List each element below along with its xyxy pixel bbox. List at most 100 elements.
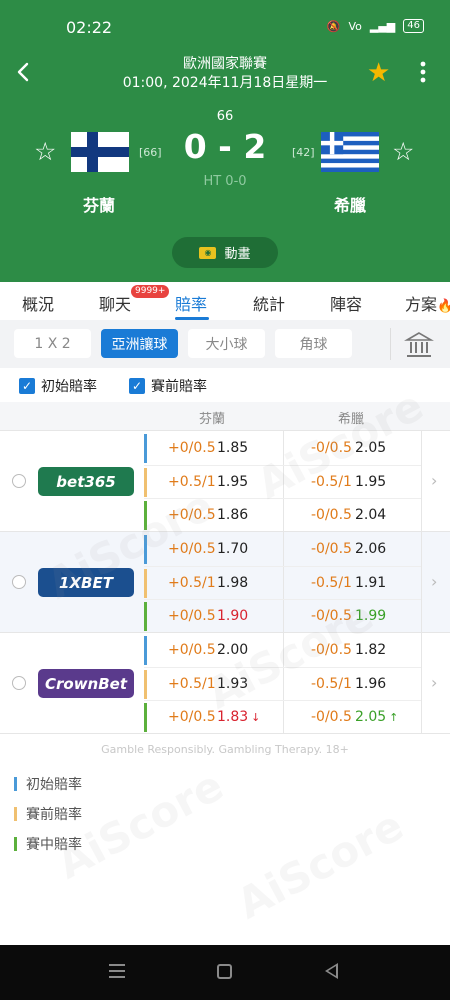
select-radio[interactable] bbox=[12, 676, 26, 690]
odds-line-live: +0/0.5 1.90 -0/0.5 1.99 bbox=[144, 599, 421, 632]
home-odds-cell: 1.70 bbox=[217, 541, 248, 557]
bookmaker-row[interactable]: CrownBet +0/0.5 2.00 -0/0.5 1.82 +0.5/1 1.93 -0… bbox=[0, 633, 450, 734]
away-odds-cell: 2.05 bbox=[355, 440, 386, 456]
legend-opening: 初始賠率 bbox=[14, 774, 82, 794]
odds-type-bar bbox=[144, 468, 147, 497]
home-icon[interactable] bbox=[217, 964, 232, 979]
check-icon: ✓ bbox=[129, 378, 145, 394]
bookmaker-logo: bet365 bbox=[38, 467, 134, 496]
odds-tab-1x2[interactable]: 1 X 2 bbox=[14, 329, 91, 358]
away-follow-star-icon[interactable]: ☆ bbox=[392, 139, 414, 164]
battery-icon: 46 bbox=[403, 19, 424, 33]
away-handicap-cell: -0/0.5 bbox=[311, 709, 352, 725]
away-odds-cell: 2.04 bbox=[355, 507, 386, 523]
match-minute: 66 bbox=[216, 109, 234, 124]
away-odds: 2.04 bbox=[355, 507, 387, 523]
opening-odds-checkbox[interactable]: ✓ 初始賠率 bbox=[19, 376, 97, 396]
favorite-star-icon[interactable]: ★ bbox=[367, 60, 390, 86]
bank-icon[interactable] bbox=[404, 330, 434, 360]
select-radio[interactable] bbox=[12, 474, 26, 488]
home-odds: 1.85 bbox=[217, 440, 249, 456]
more-menu-icon[interactable] bbox=[413, 58, 433, 86]
home-handicap-cell: +0/0.5 bbox=[168, 541, 216, 557]
away-handicap: -0/0.5 bbox=[311, 608, 352, 624]
tab-lineup[interactable]: 陣容 bbox=[330, 291, 362, 315]
arrow-up-icon: ↑ bbox=[389, 711, 399, 724]
legend-label: 賽中賠率 bbox=[26, 837, 82, 853]
odds-line-opening: +0/0.5 1.70 -0/0.5 2.06 bbox=[144, 533, 421, 566]
home-odds-cell: 1.95 bbox=[217, 474, 248, 490]
legend-color-bar bbox=[14, 777, 17, 791]
odds-tab-corners[interactable]: 角球 bbox=[275, 329, 352, 358]
recent-apps-icon[interactable] bbox=[109, 964, 125, 978]
away-handicap-cell: -0/0.5 bbox=[311, 642, 352, 658]
away-handicap-cell: -0.5/1 bbox=[311, 575, 352, 591]
odds-tab-asian-handicap[interactable]: 亞洲讓球 bbox=[101, 329, 178, 358]
away-odds: 2.05 bbox=[355, 709, 387, 725]
home-odds: 1.93 bbox=[217, 676, 249, 692]
legend-color-bar bbox=[14, 837, 17, 851]
home-odds-cell: 1.85 bbox=[217, 440, 248, 456]
away-odds: 1.91 bbox=[355, 575, 387, 591]
match-score: 0 - 2 bbox=[183, 127, 267, 166]
odds-line-prematch: +0.5/1 1.98 -0.5/1 1.91 bbox=[144, 566, 421, 599]
home-column-header: 芬蘭 bbox=[199, 412, 226, 427]
home-handicap-cell: +0.5/1 bbox=[168, 575, 216, 591]
odds-tab-over-under[interactable]: 大小球 bbox=[188, 329, 265, 358]
prematch-odds-checkbox[interactable]: ✓ 賽前賠率 bbox=[129, 376, 207, 396]
chevron-right-icon[interactable]: › bbox=[431, 673, 437, 692]
chat-count-badge: 9999+ bbox=[131, 285, 170, 298]
home-handicap: +0/0.5 bbox=[168, 541, 216, 557]
odds-type-bar bbox=[144, 569, 147, 598]
odds-line-opening: +0/0.5 2.00 -0/0.5 1.82 bbox=[144, 634, 421, 667]
home-odds-cell: 1.83 ↓ bbox=[217, 709, 260, 725]
match-tabs: 概況 聊天 賠率 統計 陣容 方案🔥 bbox=[0, 282, 450, 320]
home-handicap-cell: +0/0.5 bbox=[168, 440, 216, 456]
status-time: 02:22 bbox=[66, 18, 113, 37]
home-handicap: +0/0.5 bbox=[168, 642, 216, 658]
away-odds-cell: 2.05 ↑ bbox=[355, 709, 398, 725]
back-triangle-icon[interactable] bbox=[325, 963, 338, 979]
bookmaker-logo: 1XBET bbox=[38, 568, 134, 597]
home-odds: 1.90 bbox=[217, 608, 249, 624]
away-odds-cell: 1.82 bbox=[355, 642, 386, 658]
animation-button[interactable]: ◉ 動畫 bbox=[172, 237, 278, 268]
home-odds-cell: 2.00 bbox=[217, 642, 248, 658]
away-team-name[interactable]: 希臘 bbox=[300, 192, 400, 216]
home-odds: 1.95 bbox=[217, 474, 249, 490]
halftime-score: HT 0-0 bbox=[203, 174, 247, 189]
away-handicap-cell: -0.5/1 bbox=[311, 676, 352, 692]
chevron-right-icon[interactable]: › bbox=[431, 471, 437, 490]
tab-odds[interactable]: 賠率 bbox=[175, 291, 207, 315]
tab-stats[interactable]: 統計 bbox=[253, 291, 285, 315]
odds-type-tabs: 1 X 2 亞洲讓球 大小球 角球 bbox=[0, 320, 450, 368]
4g-signal-icon: ▂▄▆ bbox=[369, 19, 396, 33]
home-odds-cell: 1.90 bbox=[217, 608, 248, 624]
away-handicap-cell: -0.5/1 bbox=[311, 474, 352, 490]
home-handicap: +0/0.5 bbox=[168, 440, 216, 456]
legend-color-bar bbox=[14, 807, 17, 821]
home-odds: 1.83 bbox=[217, 709, 249, 725]
home-team-name[interactable]: 芬蘭 bbox=[49, 192, 149, 216]
odds-type-bar bbox=[144, 670, 147, 699]
bookmaker-row[interactable]: 1XBET +0/0.5 1.70 -0/0.5 2.06 +0.5/1 1.98 -0.5/… bbox=[0, 532, 450, 633]
column-divider bbox=[421, 532, 422, 632]
select-radio[interactable] bbox=[12, 575, 26, 589]
legend-label: 初始賠率 bbox=[26, 777, 82, 793]
away-handicap: -0.5/1 bbox=[311, 676, 352, 692]
legend-live: 賽中賠率 bbox=[14, 834, 82, 854]
tab-tips[interactable]: 方案🔥 bbox=[405, 291, 450, 315]
bookmaker-row[interactable]: bet365 +0/0.5 1.85 -0/0.5 2.05 +0.5/1 1.95 -0.5… bbox=[0, 431, 450, 532]
away-handicap: -0.5/1 bbox=[311, 474, 352, 490]
volte-icon: Vo bbox=[348, 19, 362, 33]
tab-chat[interactable]: 聊天 bbox=[99, 291, 131, 315]
chevron-right-icon[interactable]: › bbox=[431, 572, 437, 591]
tab-overview[interactable]: 概況 bbox=[22, 291, 54, 315]
home-handicap-cell: +0/0.5 bbox=[168, 608, 216, 624]
home-handicap-cell: +0/0.5 bbox=[168, 507, 216, 523]
odds-table-header: 芬蘭 希臘 bbox=[0, 402, 450, 431]
away-odds-cell: 2.06 bbox=[355, 541, 386, 557]
home-handicap: +0.5/1 bbox=[168, 474, 216, 490]
away-handicap: -0/0.5 bbox=[311, 642, 352, 658]
home-handicap: +0/0.5 bbox=[168, 709, 216, 725]
